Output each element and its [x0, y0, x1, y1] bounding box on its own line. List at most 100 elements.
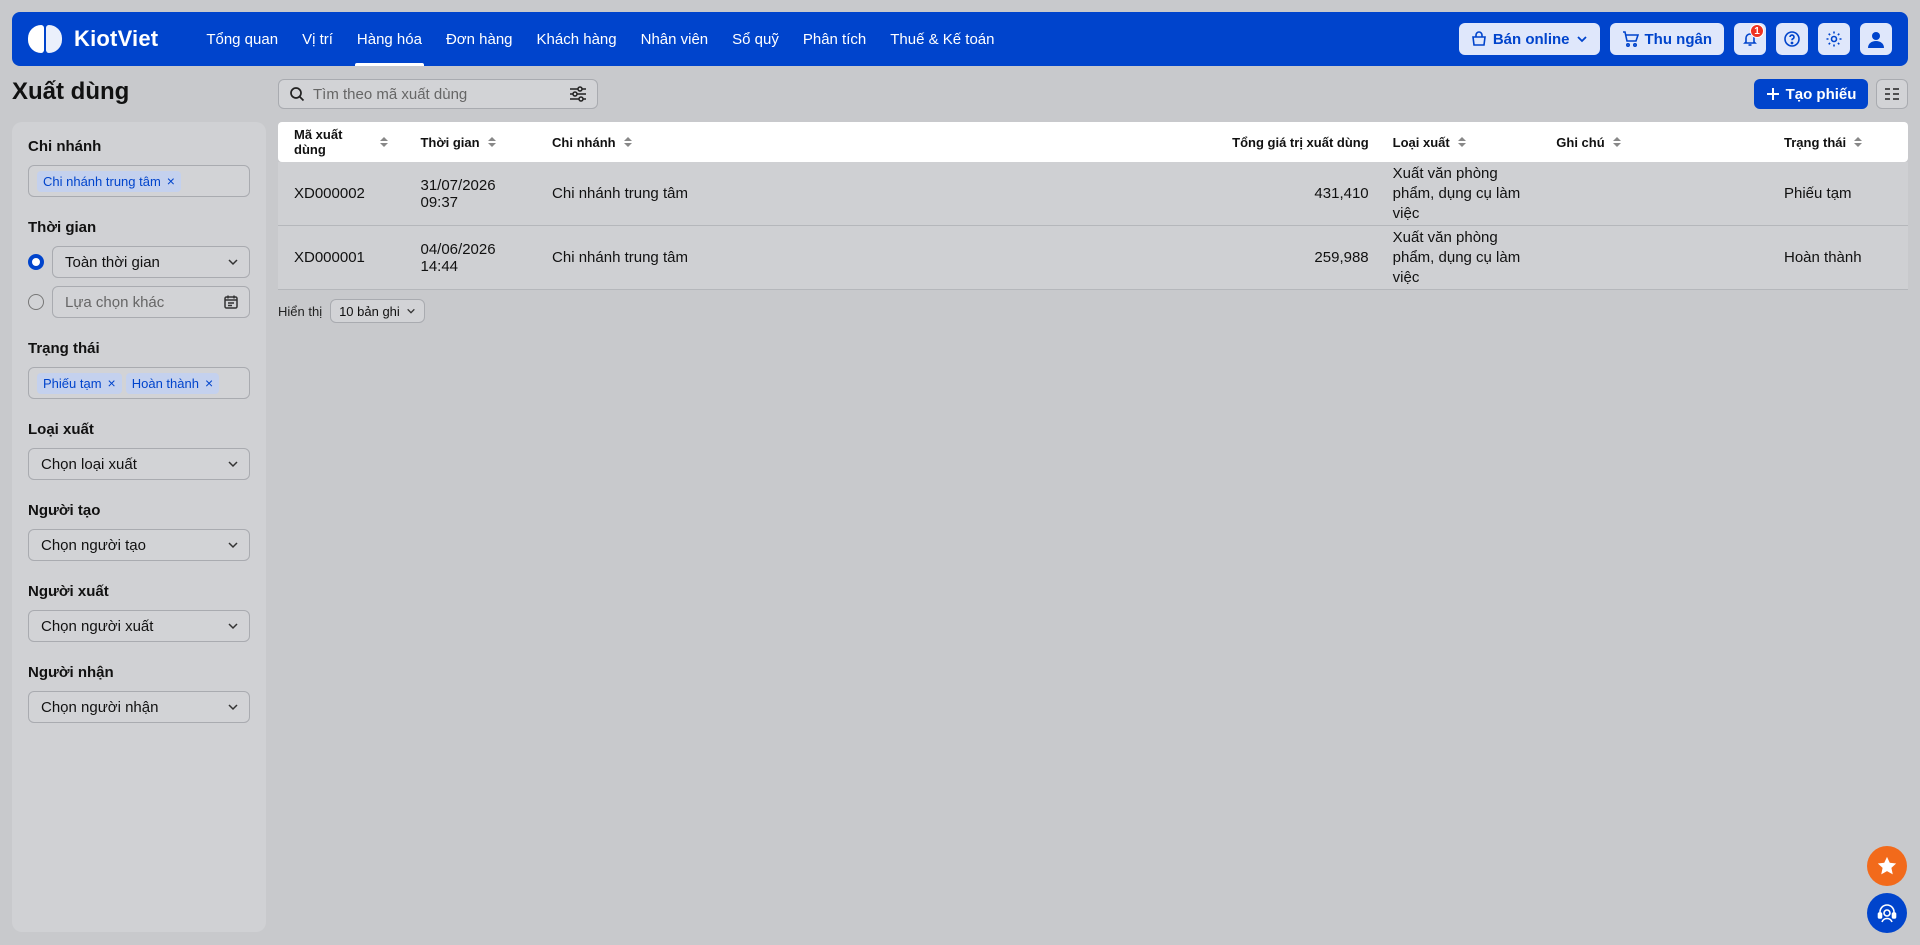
time-preset-radio[interactable]: [28, 254, 44, 270]
time-preset-select[interactable]: Toàn thời gian: [52, 246, 250, 278]
cell-branch: Chi nhánh trung tâm: [552, 249, 688, 266]
online-sales-button[interactable]: Bán online: [1458, 23, 1600, 55]
support-fab[interactable]: [1867, 893, 1907, 933]
nav-item-customers[interactable]: Khách hàng: [525, 12, 629, 66]
status-tag-label: Hoàn thành: [131, 375, 199, 391]
cell-code: XD000002: [294, 185, 365, 202]
sort-icon: [1457, 137, 1466, 147]
column-header-status[interactable]: Trạng thái: [1768, 135, 1908, 150]
kiotviet-logo[interactable]: KiotViet: [28, 23, 158, 55]
chevron-down-icon: [228, 623, 238, 630]
account-button[interactable]: [1860, 23, 1892, 55]
top-navbar: KiotViet Tổng quan Vị trí Hàng hóa Đơn h…: [12, 12, 1908, 66]
page-size-select[interactable]: 10 bản ghi: [330, 299, 425, 323]
chevron-down-icon: [228, 461, 238, 468]
cell-total: 259,988: [1314, 249, 1369, 266]
search-icon: [290, 87, 305, 102]
cell-time: 04/06/2026 14:44: [420, 240, 496, 275]
sort-icon: [1854, 137, 1863, 147]
table-row[interactable]: XD000001 04/06/2026 14:44 Chi nhánh trun…: [278, 226, 1908, 290]
cell-time: 31/07/2026 09:37: [420, 176, 496, 211]
status-multiselect[interactable]: Phiếu tạm × Hoàn thành ×: [28, 367, 250, 399]
creator-select[interactable]: Chọn người tạo: [28, 529, 250, 561]
page-title: Xuất dùng: [12, 78, 130, 105]
cashier-button[interactable]: Thu ngân: [1609, 23, 1724, 55]
issuer-filter-label: Người xuất: [28, 583, 109, 600]
type-filter: Loại xuất Chọn loại xuất: [28, 421, 250, 480]
remove-tag-icon[interactable]: ×: [108, 376, 116, 390]
gear-icon: [1826, 31, 1842, 47]
column-header-time[interactable]: Thời gian: [404, 135, 536, 150]
help-button[interactable]: [1776, 23, 1808, 55]
status-filter: Trạng thái Phiếu tạm × Hoàn thành ×: [28, 340, 250, 399]
column-header-branch[interactable]: Chi nhánh: [536, 135, 794, 150]
branch-filter: Chi nhánh Chi nhánh trung tâm ×: [28, 138, 250, 197]
create-voucher-label: Tạo phiếu: [1785, 85, 1857, 103]
online-sales-label: Bán online: [1492, 30, 1570, 48]
time-custom-radio[interactable]: [28, 294, 44, 310]
star-icon: [1877, 856, 1897, 875]
branch-tag: Chi nhánh trung tâm ×: [37, 170, 181, 192]
nav-item-orders[interactable]: Đơn hàng: [434, 12, 525, 66]
settings-button[interactable]: [1818, 23, 1850, 55]
column-settings-button[interactable]: [1876, 79, 1908, 109]
chevron-down-icon: [407, 308, 415, 314]
receiver-select[interactable]: Chọn người nhận: [28, 691, 250, 723]
type-select[interactable]: Chọn loại xuất: [28, 448, 250, 480]
nav-item-staff[interactable]: Nhân viên: [629, 12, 721, 66]
receiver-filter-label: Người nhận: [28, 664, 114, 681]
branch-filter-label: Chi nhánh: [28, 138, 102, 155]
favorite-fab[interactable]: [1867, 846, 1907, 886]
issuer-filter: Người xuất Chọn người xuất: [28, 583, 250, 642]
cart-icon: [1622, 31, 1639, 47]
nav-item-overview[interactable]: Tổng quan: [194, 12, 290, 66]
time-preset-value: Toàn thời gian: [65, 253, 160, 271]
time-custom-input[interactable]: Lựa chọn khác: [52, 286, 250, 318]
cell-type: Xuất văn phòng phẩm, dụng cụ làm việc: [1392, 164, 1521, 222]
status-tag-completed: Hoàn thành ×: [125, 372, 220, 394]
page-size-label: Hiển thị: [278, 303, 323, 319]
search-input[interactable]: Tìm theo mã xuất dùng: [313, 86, 561, 103]
sort-icon: [487, 137, 496, 147]
chevron-down-icon: [228, 259, 238, 266]
calendar-icon: [224, 295, 238, 309]
notification-button[interactable]: 1: [1734, 23, 1766, 55]
creator-filter-label: Người tạo: [28, 502, 101, 519]
branch-tag-label: Chi nhánh trung tâm: [43, 173, 161, 189]
column-header-note[interactable]: Ghi chú: [1540, 135, 1768, 150]
branch-multiselect[interactable]: Chi nhánh trung tâm ×: [28, 165, 250, 197]
main-menu: Tổng quan Vị trí Hàng hóa Đơn hàng Khách…: [194, 12, 1006, 66]
issuer-select[interactable]: Chọn người xuất: [28, 610, 250, 642]
create-voucher-button[interactable]: Tạo phiếu: [1754, 79, 1868, 109]
chevron-down-icon: [228, 542, 238, 549]
search-box[interactable]: Tìm theo mã xuất dùng: [278, 79, 598, 109]
type-filter-label: Loại xuất: [28, 421, 94, 438]
nav-item-cashbook[interactable]: Sổ quỹ: [720, 12, 791, 66]
cell-type: Xuất văn phòng phẩm, dụng cụ làm việc: [1392, 228, 1521, 286]
column-header-type[interactable]: Loại xuất: [1381, 135, 1541, 150]
nav-item-analytics[interactable]: Phân tích: [791, 12, 878, 66]
user-avatar-icon: [1868, 32, 1884, 48]
sort-icon: [623, 137, 632, 147]
nav-item-tax-accounting[interactable]: Thuế & Kế toán: [878, 12, 1006, 66]
status-filter-label: Trạng thái: [28, 340, 100, 357]
column-header-total[interactable]: Tổng giá trị xuất dùng: [794, 135, 1381, 150]
remove-tag-icon[interactable]: ×: [205, 376, 213, 390]
nav-item-products[interactable]: Hàng hóa: [345, 12, 434, 66]
support-agent-icon: [1877, 904, 1897, 923]
page-size-value: 10 bản ghi: [339, 303, 400, 319]
column-header-code[interactable]: Mã xuất dùng: [278, 127, 404, 157]
question-icon: [1784, 31, 1800, 47]
notification-count-badge: 1: [1750, 24, 1764, 38]
remove-tag-icon[interactable]: ×: [167, 174, 175, 188]
nav-item-location[interactable]: Vị trí: [290, 12, 345, 66]
cell-branch: Chi nhánh trung tâm: [552, 185, 688, 202]
table-row[interactable]: XD000002 31/07/2026 09:37 Chi nhánh trun…: [278, 162, 1908, 226]
creator-select-placeholder: Chọn người tạo: [41, 536, 146, 554]
shop-icon: [1471, 31, 1486, 46]
chevron-down-icon: [228, 704, 238, 711]
list-columns-icon: [1885, 88, 1899, 100]
filter-sliders-icon[interactable]: [569, 86, 587, 102]
time-custom-placeholder: Lựa chọn khác: [65, 293, 165, 311]
status-tag-draft: Phiếu tạm ×: [37, 372, 122, 394]
